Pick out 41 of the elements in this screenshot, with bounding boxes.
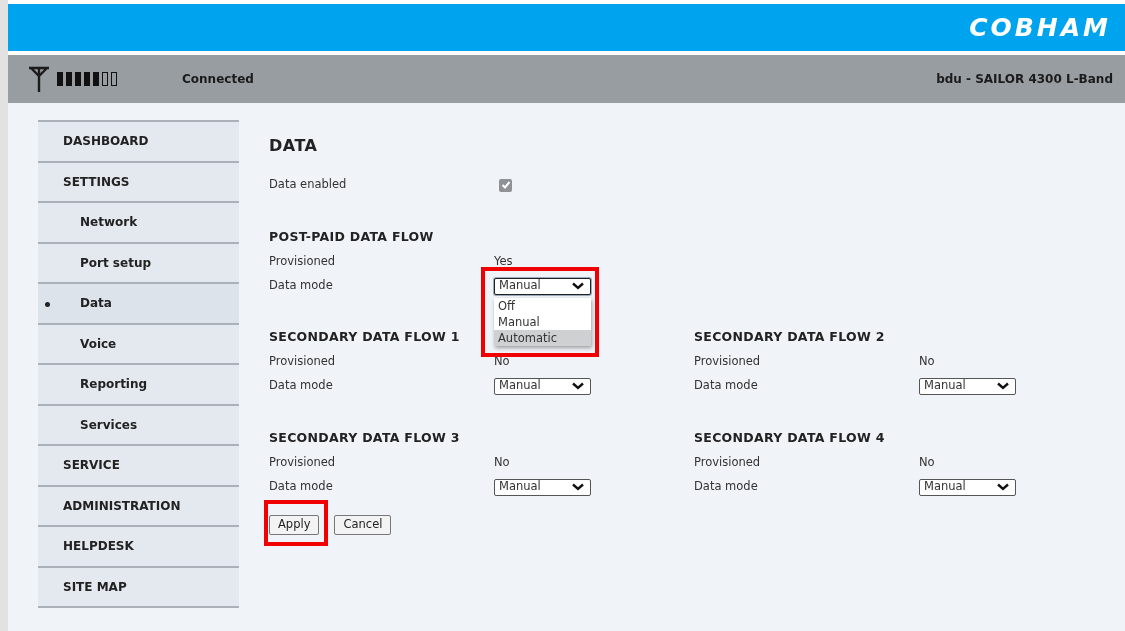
chevron-down-icon [572, 483, 584, 491]
section-heading: SECONDARY DATA FLOW 3 [269, 429, 460, 447]
field-value: No [494, 454, 510, 472]
page-title: DATA [269, 136, 319, 156]
field-label: Data mode [694, 377, 759, 395]
data-mode-select[interactable]: Manual [494, 277, 591, 295]
section-heading: SECONDARY DATA FLOW 4 [694, 429, 885, 447]
device-name: bdu - SAILOR 4300 L-Band [936, 71, 1113, 88]
form-button[interactable]: Cancel [334, 514, 392, 535]
checkbox[interactable] [499, 178, 512, 192]
field-label: Data mode [269, 377, 334, 395]
chevron-down-icon [572, 282, 584, 290]
field-label: Data mode [694, 478, 759, 496]
field-label: Data mode [269, 478, 334, 496]
chevron-down-icon [572, 382, 584, 390]
data-mode-select[interactable]: Manual [919, 478, 1016, 496]
field-label: Data mode [269, 277, 334, 295]
signal-strength-icon [57, 71, 119, 87]
section-heading: SECONDARY DATA FLOW 1 [269, 328, 460, 346]
antenna-icon [28, 66, 50, 92]
field-label: Provisioned [269, 353, 337, 371]
data-mode-select[interactable]: Manual [919, 377, 1016, 395]
field-value: No [919, 353, 935, 371]
chevron-down-icon [997, 382, 1009, 390]
data-mode-select[interactable]: Manual [494, 478, 591, 496]
field-value: Yes [494, 253, 513, 271]
field-label: Provisioned [694, 353, 762, 371]
field-label: Data enabled [269, 176, 348, 194]
data-mode-select[interactable]: Manual [494, 377, 591, 395]
chevron-down-icon [997, 483, 1009, 491]
section-heading: POST-PAID DATA FLOW [269, 228, 434, 246]
section-heading: SECONDARY DATA FLOW 2 [694, 328, 885, 346]
dropdown-option[interactable]: Off [494, 297, 591, 314]
nav-item[interactable]: Data [38, 284, 239, 325]
field-label: Provisioned [694, 454, 762, 472]
form-button[interactable]: Apply [269, 514, 320, 535]
logo: COBHAM [969, 11, 1111, 44]
connection-status: Connected [182, 71, 254, 88]
field-label: Provisioned [269, 253, 337, 271]
field-label: Provisioned [269, 454, 337, 472]
field-value: No [919, 454, 935, 472]
